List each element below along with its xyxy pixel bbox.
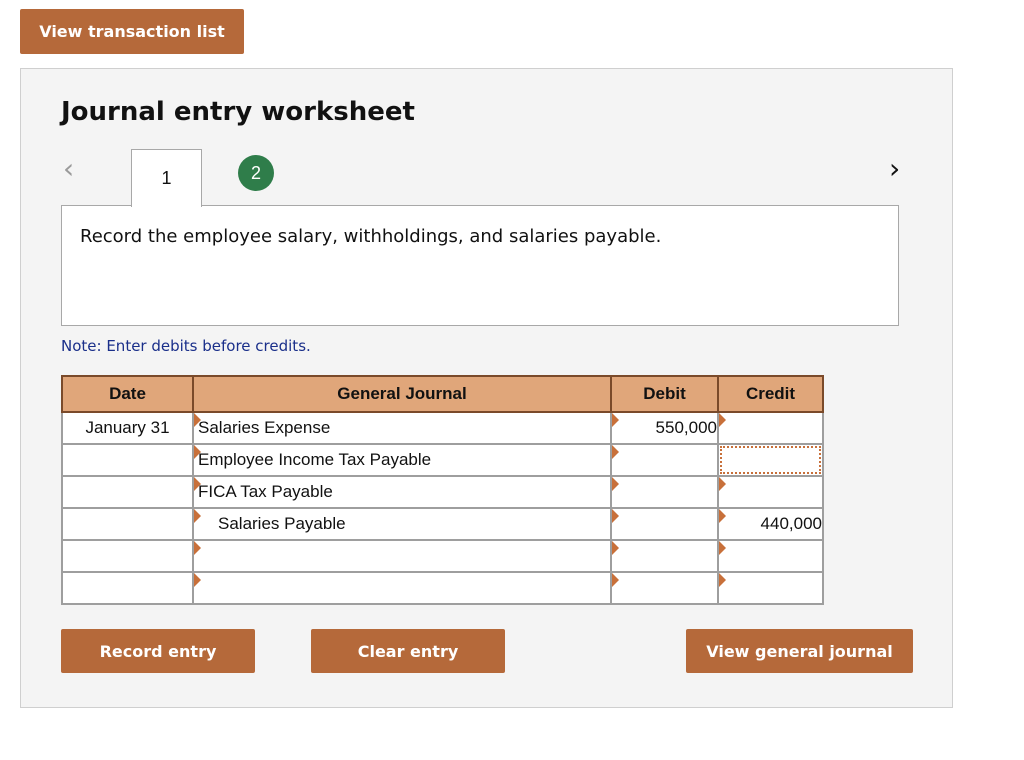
account-cell[interactable]: Salaries Payable (192, 507, 612, 541)
tab-1-label: 1 (161, 168, 172, 188)
debit-header: Debit (610, 375, 719, 413)
tab-1[interactable]: 1 (131, 149, 202, 207)
account-cell[interactable] (192, 571, 612, 605)
account-cell[interactable]: Employee Income Tax Payable (192, 443, 612, 477)
credit-header: Credit (717, 375, 824, 413)
table-row (61, 571, 824, 605)
journal-table: Date General Journal Debit Credit Januar… (61, 375, 824, 605)
date-cell[interactable] (61, 571, 194, 605)
triangle-right-icon (612, 541, 619, 555)
chevron-left-icon[interactable]: ‹ (63, 155, 74, 183)
date-cell[interactable] (61, 539, 194, 573)
clear-entry-button[interactable]: Clear entry (311, 629, 505, 673)
instruction-text: Record the employee salary, withholdings… (80, 226, 662, 247)
triangle-right-icon (194, 541, 201, 555)
date-cell[interactable]: January 31 (61, 411, 194, 445)
triangle-right-icon (194, 477, 201, 491)
account-text: Salaries Expense (198, 418, 331, 437)
triangle-right-icon (719, 477, 726, 491)
page-title: Journal entry worksheet (61, 97, 415, 127)
view-transaction-list-button[interactable]: View transaction list (20, 9, 244, 54)
triangle-right-icon (612, 413, 619, 427)
credit-cell[interactable] (717, 571, 824, 605)
credit-cell[interactable] (717, 443, 824, 477)
table-header-row: Date General Journal Debit Credit (61, 375, 824, 413)
tab-2-label: 2 (250, 162, 261, 183)
table-row (61, 539, 824, 573)
table-row: January 31 Salaries Expense 550,000 (61, 411, 824, 445)
record-entry-button[interactable]: Record entry (61, 629, 255, 673)
account-text: Employee Income Tax Payable (198, 450, 432, 469)
triangle-right-icon (719, 413, 726, 427)
chevron-right-icon[interactable]: › (889, 155, 900, 183)
triangle-right-icon (612, 445, 619, 459)
tab-2[interactable]: 2 (238, 155, 274, 191)
account-cell[interactable]: Salaries Expense (192, 411, 612, 445)
triangle-right-icon (612, 477, 619, 491)
account-text: FICA Tax Payable (198, 482, 333, 501)
credit-cell[interactable] (717, 411, 824, 445)
debit-cell[interactable] (610, 475, 719, 509)
view-general-journal-button[interactable]: View general journal (686, 629, 913, 673)
note-text: Note: Enter debits before credits. (61, 337, 311, 355)
instruction-box: Record the employee salary, withholdings… (61, 205, 899, 326)
triangle-right-icon (612, 509, 619, 523)
table-row: Employee Income Tax Payable (61, 443, 824, 477)
triangle-right-icon (194, 413, 201, 427)
triangle-right-icon (194, 573, 201, 587)
credit-text: 440,000 (760, 514, 822, 533)
date-cell[interactable] (61, 507, 194, 541)
journal-worksheet-panel: Journal entry worksheet ‹ 1 2 › Record t… (20, 68, 953, 708)
account-cell[interactable] (192, 539, 612, 573)
debit-cell[interactable] (610, 539, 719, 573)
debit-cell[interactable] (610, 443, 719, 477)
general-journal-header: General Journal (192, 375, 612, 413)
credit-cell[interactable] (717, 475, 824, 509)
account-cell[interactable]: FICA Tax Payable (192, 475, 612, 509)
triangle-right-icon (719, 541, 726, 555)
date-header: Date (61, 375, 194, 413)
debit-cell[interactable] (610, 571, 719, 605)
debit-cell[interactable]: 550,000 (610, 411, 719, 445)
triangle-right-icon (719, 509, 726, 523)
date-cell[interactable] (61, 443, 194, 477)
triangle-right-icon (719, 573, 726, 587)
account-text: Salaries Payable (218, 514, 346, 533)
triangle-right-icon (612, 573, 619, 587)
debit-cell[interactable] (610, 507, 719, 541)
table-row: Salaries Payable 440,000 (61, 507, 824, 541)
credit-cell[interactable] (717, 539, 824, 573)
debit-text: 550,000 (655, 418, 717, 437)
triangle-right-icon (194, 445, 201, 459)
date-cell[interactable] (61, 475, 194, 509)
table-row: FICA Tax Payable (61, 475, 824, 509)
triangle-right-icon (194, 509, 201, 523)
credit-cell[interactable]: 440,000 (717, 507, 824, 541)
